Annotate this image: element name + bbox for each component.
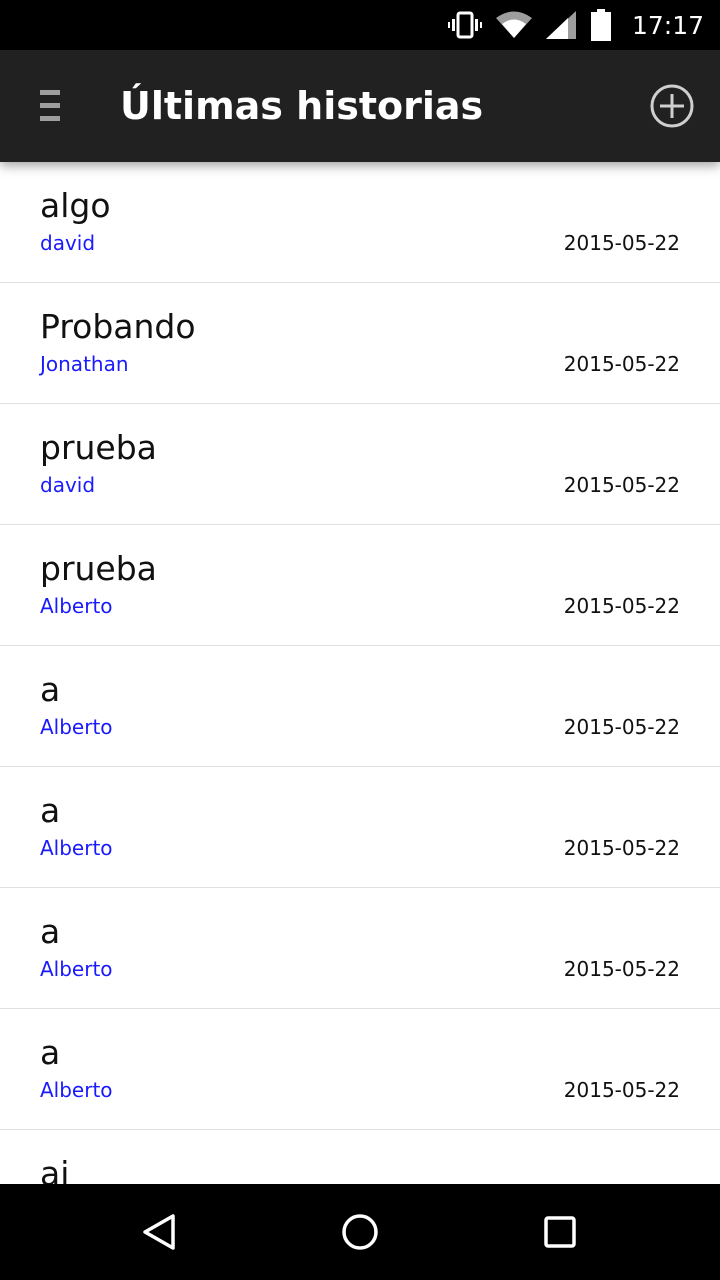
- hamburger-menu-icon: [30, 90, 70, 134]
- home-button[interactable]: [336, 1208, 384, 1256]
- story-title: prueba: [40, 549, 157, 588]
- list-item[interactable]: a Alberto 2015-05-22: [0, 1009, 720, 1130]
- status-icons: 17:17: [447, 0, 704, 50]
- list-item[interactable]: Probando Jonathan 2015-05-22: [0, 283, 720, 404]
- story-author-link[interactable]: Jonathan: [40, 351, 129, 377]
- story-date: 2015-05-22: [563, 715, 680, 739]
- list-item[interactable]: prueba Alberto 2015-05-22: [0, 525, 720, 646]
- list-item[interactable]: prueba david 2015-05-22: [0, 404, 720, 525]
- vibrate-icon: [447, 11, 482, 39]
- home-icon: [336, 1214, 384, 1260]
- add-circle-icon: [648, 84, 696, 134]
- story-title: a: [40, 670, 61, 709]
- back-icon: [136, 1214, 184, 1260]
- system-nav-bar: [0, 1184, 720, 1280]
- story-date: 2015-05-22: [563, 352, 680, 376]
- back-button[interactable]: [136, 1208, 184, 1256]
- story-date: 2015-05-22: [563, 473, 680, 497]
- story-title: Probando: [40, 307, 196, 346]
- page-title: Últimas historias: [120, 84, 484, 128]
- clock: 17:17: [631, 10, 704, 40]
- story-title: a: [40, 912, 61, 951]
- add-story-button[interactable]: [648, 82, 696, 130]
- story-author-link[interactable]: Alberto: [40, 1077, 113, 1103]
- menu-button[interactable]: [30, 82, 70, 130]
- list-item[interactable]: a Alberto 2015-05-22: [0, 888, 720, 1009]
- story-author-link[interactable]: david: [40, 230, 95, 256]
- status-bar: 17:17: [0, 0, 720, 50]
- story-author-link[interactable]: Alberto: [40, 835, 113, 861]
- story-title: algo: [40, 186, 111, 225]
- story-list[interactable]: algo david 2015-05-22 Probando Jonathan …: [0, 162, 720, 1184]
- recents-icon: [536, 1216, 584, 1260]
- signal-icon: [545, 11, 576, 39]
- story-date: 2015-05-22: [563, 1078, 680, 1102]
- story-title: prueba: [40, 428, 157, 467]
- list-item[interactable]: a Alberto 2015-05-22: [0, 767, 720, 888]
- wifi-icon: [495, 11, 532, 39]
- screen: 17:17 Últimas historias algo david 2015-…: [0, 0, 720, 1280]
- story-date: 2015-05-22: [563, 594, 680, 618]
- story-date: 2015-05-22: [563, 836, 680, 860]
- story-author-link[interactable]: Alberto: [40, 714, 113, 740]
- story-title: aj: [40, 1154, 70, 1184]
- story-author-link[interactable]: Alberto: [40, 593, 113, 619]
- story-title: a: [40, 1033, 61, 1072]
- story-author-link[interactable]: Alberto: [40, 956, 113, 982]
- recents-button[interactable]: [536, 1208, 584, 1256]
- app-bar: Últimas historias: [0, 50, 720, 162]
- story-title: a: [40, 791, 61, 830]
- list-item[interactable]: a Alberto 2015-05-22: [0, 646, 720, 767]
- battery-icon: [590, 9, 612, 41]
- story-date: 2015-05-22: [563, 231, 680, 255]
- list-item[interactable]: algo david 2015-05-22: [0, 162, 720, 283]
- story-date: 2015-05-22: [563, 957, 680, 981]
- list-item[interactable]: aj: [0, 1130, 720, 1184]
- story-author-link[interactable]: david: [40, 472, 95, 498]
